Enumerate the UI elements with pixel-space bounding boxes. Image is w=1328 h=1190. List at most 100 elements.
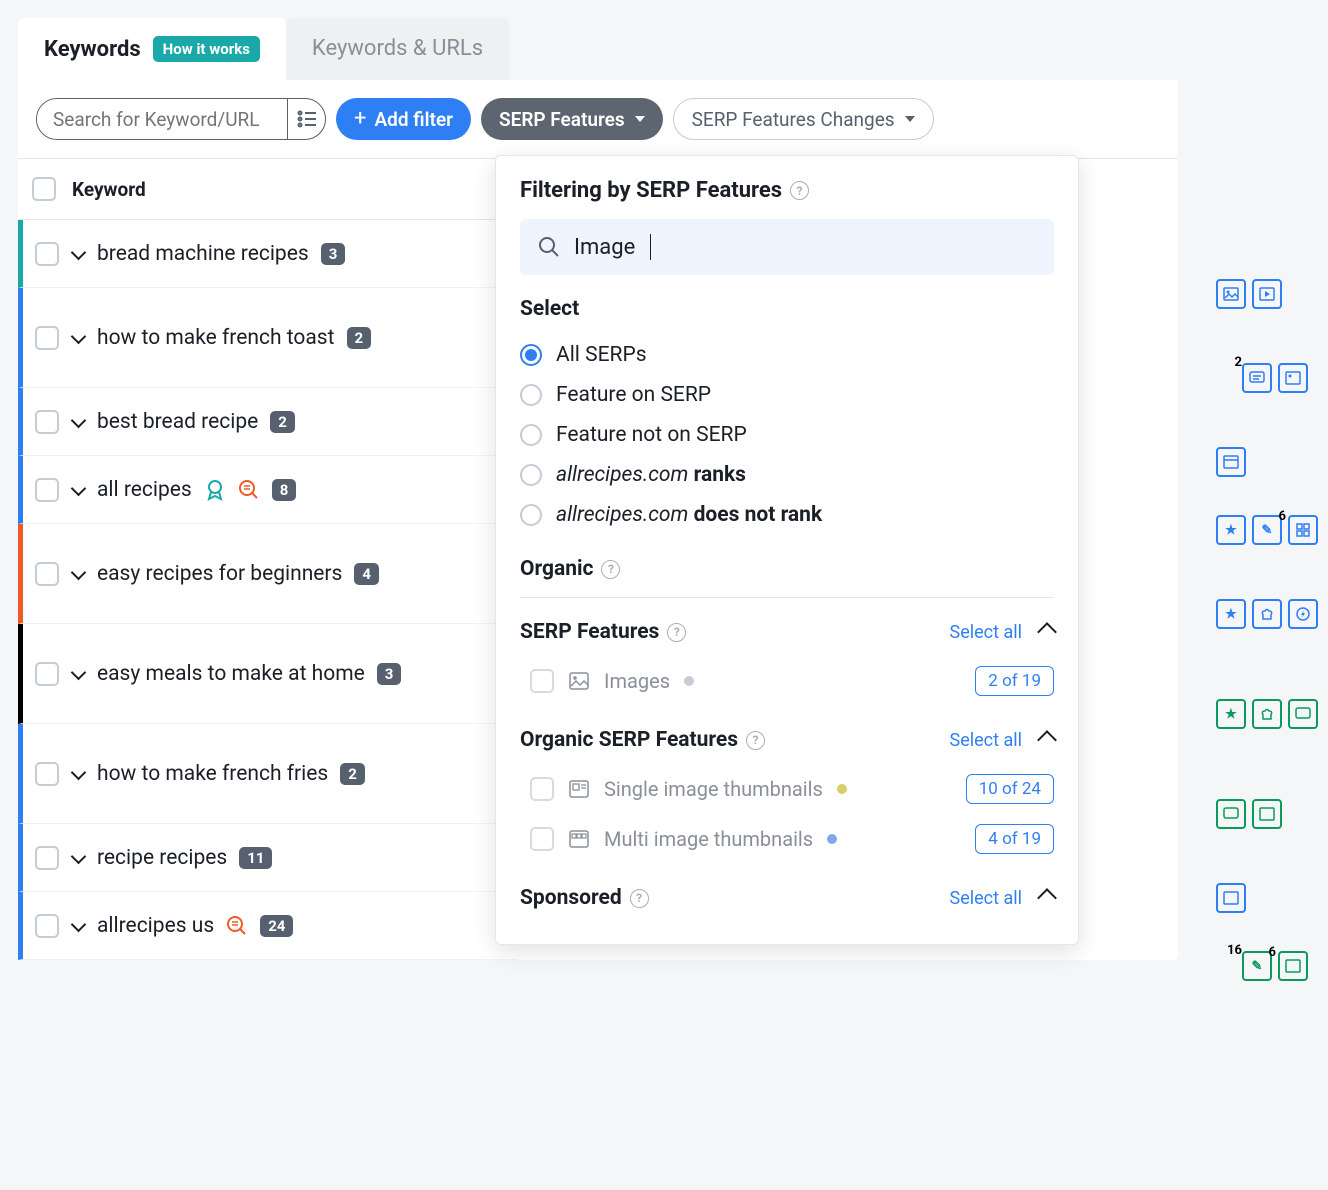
serp-changes-label: SERP Features Changes	[692, 108, 895, 131]
how-it-works-pill[interactable]: How it works	[153, 36, 260, 62]
keyword-count-badge: 3	[321, 243, 346, 265]
select-all-checkbox[interactable]	[32, 177, 56, 201]
star-icon[interactable]: ★	[1216, 699, 1246, 729]
radio-feature-on-serp[interactable]: Feature on SERP	[520, 375, 1054, 415]
dropdown-title: Filtering by SERP Features	[520, 178, 782, 203]
star-icon[interactable]: ★	[1216, 515, 1246, 545]
feature-item-images[interactable]: Images 2 of 19	[520, 656, 1054, 706]
row-checkbox[interactable]	[35, 410, 59, 434]
serp-features-dropdown-button[interactable]: SERP Features	[481, 98, 663, 140]
image-icon[interactable]	[1278, 363, 1308, 393]
help-icon[interactable]: ?	[790, 181, 809, 200]
tab-keywords[interactable]: Keywords How it works	[18, 18, 286, 80]
chevron-down-icon[interactable]	[71, 247, 85, 261]
keyword-row[interactable]: how to make french fries2	[18, 724, 518, 824]
panel-icon[interactable]	[1216, 447, 1246, 477]
radio-label: All SERPs	[556, 343, 647, 367]
help-icon[interactable]: ?	[601, 560, 620, 579]
row-checkbox[interactable]	[35, 762, 59, 786]
keyword-text: bread machine recipes	[97, 242, 309, 266]
keyword-row[interactable]: bread machine recipes 3	[18, 220, 518, 288]
add-filter-button[interactable]: + Add filter	[336, 98, 471, 140]
radio-domain-not-rank[interactable]: allrecipes.com does not rank	[520, 495, 1054, 535]
help-icon[interactable]: ?	[667, 623, 686, 642]
keyword-row[interactable]: allrecipes us24	[18, 892, 518, 960]
image-icon[interactable]	[1216, 279, 1246, 309]
row-checkbox[interactable]	[35, 662, 59, 686]
image-icon[interactable]	[1278, 951, 1308, 981]
column-header-keyword: Keyword	[72, 178, 146, 201]
chevron-down-icon[interactable]	[71, 767, 85, 781]
feature-checkbox[interactable]	[530, 777, 554, 801]
keyword-count-badge: 3	[377, 663, 402, 685]
list-toggle-button[interactable]	[287, 99, 325, 139]
grid-icon[interactable]	[1288, 515, 1318, 545]
chevron-down-icon[interactable]	[71, 415, 85, 429]
help-icon[interactable]: ?	[746, 731, 765, 750]
panel-icon[interactable]	[1216, 883, 1246, 913]
status-dot	[827, 834, 837, 844]
serp-icons-column: 2 ★6✎ ★ ★ 166✎	[1216, 260, 1318, 1000]
chat-icon[interactable]	[1216, 799, 1246, 829]
row-checkbox[interactable]	[35, 242, 59, 266]
chef-icon[interactable]	[1252, 599, 1282, 629]
status-dot	[837, 784, 847, 794]
row-checkbox[interactable]	[35, 478, 59, 502]
tab-keywords-urls[interactable]: Keywords & URLs	[286, 18, 509, 80]
select-all-link[interactable]: Select all	[950, 622, 1022, 643]
plus-icon: +	[354, 108, 366, 130]
row-checkbox[interactable]	[35, 326, 59, 350]
feature-count: 4 of 19	[975, 824, 1054, 854]
serp-features-filter-dropdown: Filtering by SERP Features ? Image Selec…	[495, 155, 1079, 945]
chevron-up-icon[interactable]	[1037, 888, 1057, 908]
chevron-down-icon[interactable]	[71, 851, 85, 865]
help-icon[interactable]: ?	[630, 889, 649, 908]
feature-search-value: Image	[574, 235, 635, 260]
keyword-row[interactable]: recipe recipes11	[18, 824, 518, 892]
select-all-link[interactable]: Select all	[950, 888, 1022, 909]
chevron-down-icon[interactable]	[71, 567, 85, 581]
image-icon[interactable]	[1252, 799, 1282, 829]
radio-domain-ranks[interactable]: allrecipes.com ranks	[520, 455, 1054, 495]
star-icon[interactable]: ★	[1216, 599, 1246, 629]
radio-label: Feature not on SERP	[556, 423, 747, 447]
search-input[interactable]	[37, 99, 287, 139]
feature-search-input[interactable]: Image	[520, 219, 1054, 275]
chevron-down-icon[interactable]	[71, 331, 85, 345]
radio-all-serps[interactable]: All SERPs	[520, 335, 1054, 375]
edit-icon[interactable]: 6✎	[1242, 951, 1272, 981]
keyword-row[interactable]: best bread recipe2	[18, 388, 518, 456]
keyword-row[interactable]: all recipes8	[18, 456, 518, 524]
row-checkbox[interactable]	[35, 562, 59, 586]
row-checkbox[interactable]	[35, 846, 59, 870]
video-icon[interactable]	[1252, 279, 1282, 309]
chevron-down-icon[interactable]	[71, 667, 85, 681]
keyword-row[interactable]: easy recipes for beginners4	[18, 524, 518, 624]
chevron-up-icon[interactable]	[1037, 730, 1057, 750]
add-filter-label: Add filter	[374, 108, 453, 131]
select-all-link[interactable]: Select all	[950, 730, 1022, 751]
feature-checkbox[interactable]	[530, 669, 554, 693]
caret-down-icon	[905, 116, 915, 122]
keyword-text: all recipes	[97, 478, 192, 502]
feature-checkbox[interactable]	[530, 827, 554, 851]
chevron-up-icon[interactable]	[1037, 622, 1057, 642]
edit-icon[interactable]: 6✎	[1252, 515, 1282, 545]
chat-icon[interactable]	[1288, 699, 1318, 729]
row-checkbox[interactable]	[35, 914, 59, 938]
chevron-down-icon[interactable]	[71, 919, 85, 933]
keyword-row[interactable]: how to make french toast2	[18, 288, 518, 388]
chef-icon[interactable]	[1252, 699, 1282, 729]
chevron-down-icon[interactable]	[71, 483, 85, 497]
feature-item-single-thumbnail[interactable]: Single image thumbnails 10 of 24	[520, 764, 1054, 814]
status-dot	[684, 676, 694, 686]
chat-icon[interactable]	[1242, 363, 1272, 393]
keyword-count-badge: 2	[340, 763, 365, 785]
feature-item-multi-thumbnail[interactable]: Multi image thumbnails 4 of 19	[520, 814, 1054, 864]
radio-feature-not-on-serp[interactable]: Feature not on SERP	[520, 415, 1054, 455]
amp-icon[interactable]	[1288, 599, 1318, 629]
keyword-row[interactable]: easy meals to make at home3	[18, 624, 518, 724]
serp-changes-dropdown-button[interactable]: SERP Features Changes	[673, 98, 934, 140]
multi-thumbnail-icon	[568, 828, 590, 850]
single-thumbnail-icon	[568, 778, 590, 800]
